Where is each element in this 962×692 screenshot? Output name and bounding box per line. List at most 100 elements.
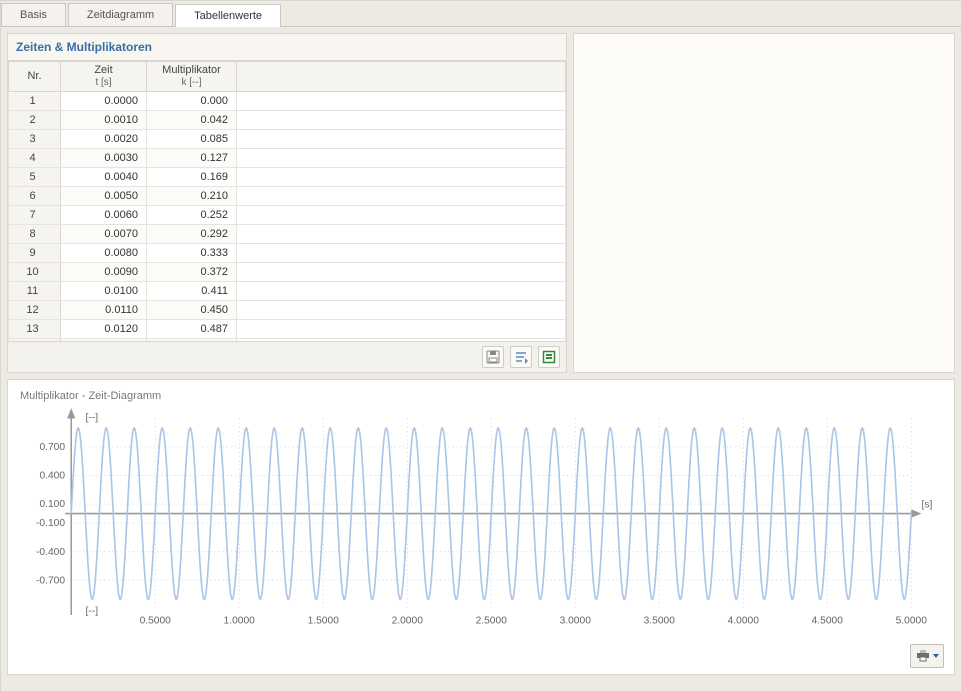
cell-spacer xyxy=(237,263,566,282)
table-row[interactable]: 30.00200.085 xyxy=(9,130,566,149)
cell-spacer xyxy=(237,320,566,339)
cell-zeit[interactable]: 0.0010 xyxy=(61,111,147,130)
cell-zeit[interactable]: 0.0080 xyxy=(61,244,147,263)
row-number: 11 xyxy=(9,282,61,301)
cell-k[interactable]: 0.450 xyxy=(147,301,237,320)
cell-k[interactable]: 0.169 xyxy=(147,168,237,187)
table-row[interactable]: 80.00700.292 xyxy=(9,225,566,244)
col-header-zeit[interactable]: Zeit t [s] xyxy=(61,62,147,92)
row-number: 4 xyxy=(9,149,61,168)
row-number: 7 xyxy=(9,206,61,225)
row-number: 5 xyxy=(9,168,61,187)
cell-k[interactable]: 0.042 xyxy=(147,111,237,130)
chart-panel: Multiplikator - Zeit-Diagramm 0.700 0.400… xyxy=(7,379,955,675)
svg-text:[s]: [s] xyxy=(922,499,933,510)
table-row[interactable]: 100.00900.372 xyxy=(9,263,566,282)
cell-zeit[interactable]: 0.0070 xyxy=(61,225,147,244)
cell-k[interactable]: 0.487 xyxy=(147,320,237,339)
col-header-nr-label: Nr. xyxy=(13,70,56,83)
save-button[interactable] xyxy=(482,346,504,368)
cell-k[interactable]: 0.000 xyxy=(147,92,237,111)
table-row[interactable]: 60.00500.210 xyxy=(9,187,566,206)
row-number: 9 xyxy=(9,244,61,263)
col-header-zeit-label: Zeit xyxy=(65,64,142,77)
col-header-k-sub: k [--] xyxy=(151,77,232,89)
svg-text:0.5000: 0.5000 xyxy=(140,615,172,626)
table-row[interactable]: 40.00300.127 xyxy=(9,149,566,168)
export-icon xyxy=(542,350,556,364)
table-panel-title: Zeiten & Multiplikatoren xyxy=(8,34,566,60)
tab-tabellenwerte[interactable]: Tabellenwerte xyxy=(175,4,281,27)
table-row[interactable]: 10.00000.000 xyxy=(9,92,566,111)
cell-zeit[interactable]: 0.0120 xyxy=(61,320,147,339)
table-row[interactable]: 130.01200.487 xyxy=(9,320,566,339)
table-row[interactable]: 20.00100.042 xyxy=(9,111,566,130)
table-row[interactable]: 110.01000.411 xyxy=(9,282,566,301)
table-scroll[interactable]: Nr. Zeit t [s] Multiplikator k [--] xyxy=(8,60,566,341)
svg-text:1.5000: 1.5000 xyxy=(308,615,340,626)
row-number: 6 xyxy=(9,187,61,206)
row-number: 1 xyxy=(9,92,61,111)
row-number: 12 xyxy=(9,301,61,320)
sort-button[interactable] xyxy=(510,346,532,368)
cell-k[interactable]: 0.085 xyxy=(147,130,237,149)
col-header-k[interactable]: Multiplikator k [--] xyxy=(147,62,237,92)
save-icon xyxy=(486,350,500,364)
svg-text:-0.700: -0.700 xyxy=(36,575,65,586)
cell-zeit[interactable]: 0.0050 xyxy=(61,187,147,206)
row-number: 10 xyxy=(9,263,61,282)
svg-text:4.5000: 4.5000 xyxy=(812,615,844,626)
cell-k[interactable]: 0.411 xyxy=(147,282,237,301)
printer-icon xyxy=(916,650,930,662)
table-row[interactable]: 90.00800.333 xyxy=(9,244,566,263)
row-number: 13 xyxy=(9,320,61,339)
table-panel: Zeiten & Multiplikatoren Nr. Zeit xyxy=(7,33,567,373)
svg-text:3.5000: 3.5000 xyxy=(644,615,676,626)
table-toolbar xyxy=(8,341,566,372)
cell-spacer xyxy=(237,92,566,111)
cell-spacer xyxy=(237,225,566,244)
cell-k[interactable]: 0.372 xyxy=(147,263,237,282)
col-header-nr[interactable]: Nr. xyxy=(9,62,61,92)
cell-zeit[interactable]: 0.0040 xyxy=(61,168,147,187)
cell-k[interactable]: 0.252 xyxy=(147,206,237,225)
svg-text:5.0000: 5.0000 xyxy=(896,615,928,626)
svg-text:[--]: [--] xyxy=(86,606,99,617)
cell-zeit[interactable]: 0.0100 xyxy=(61,282,147,301)
cell-spacer xyxy=(237,187,566,206)
print-button[interactable] xyxy=(910,644,944,668)
cell-spacer xyxy=(237,244,566,263)
cell-k[interactable]: 0.210 xyxy=(147,187,237,206)
svg-text:4.0000: 4.0000 xyxy=(728,615,760,626)
cell-zeit[interactable]: 0.0110 xyxy=(61,301,147,320)
table-row[interactable]: 50.00400.169 xyxy=(9,168,566,187)
cell-spacer xyxy=(237,282,566,301)
svg-text:-0.100: -0.100 xyxy=(36,518,65,529)
cell-spacer xyxy=(237,130,566,149)
cell-zeit[interactable]: 0.0030 xyxy=(61,149,147,168)
svg-text:0.400: 0.400 xyxy=(39,471,65,482)
chart-canvas: 0.7000.4000.100-0.100-0.400-0.7000.50001… xyxy=(20,408,942,638)
cell-k[interactable]: 0.333 xyxy=(147,244,237,263)
side-panel xyxy=(573,33,955,373)
cell-zeit[interactable]: 0.0020 xyxy=(61,130,147,149)
cell-zeit[interactable]: 0.0090 xyxy=(61,263,147,282)
table-row[interactable]: 70.00600.252 xyxy=(9,206,566,225)
tab-zeitdiagramm[interactable]: Zeitdiagramm xyxy=(68,3,173,26)
cell-zeit[interactable]: 0.0000 xyxy=(61,92,147,111)
svg-text:0.700: 0.700 xyxy=(39,442,65,453)
cell-spacer xyxy=(237,111,566,130)
data-table: Nr. Zeit t [s] Multiplikator k [--] xyxy=(8,61,566,341)
chevron-down-icon xyxy=(933,654,939,658)
chart-title: Multiplikator - Zeit-Diagramm xyxy=(20,390,942,402)
col-header-zeit-sub: t [s] xyxy=(65,77,142,89)
table-row[interactable]: 120.01100.450 xyxy=(9,301,566,320)
col-header-k-label: Multiplikator xyxy=(151,64,232,77)
export-button[interactable] xyxy=(538,346,560,368)
cell-k[interactable]: 0.292 xyxy=(147,225,237,244)
app-root: Basis Zeitdiagramm Tabellenwerte Zeiten … xyxy=(0,0,962,692)
cell-k[interactable]: 0.127 xyxy=(147,149,237,168)
tab-basis[interactable]: Basis xyxy=(1,3,66,26)
row-number: 8 xyxy=(9,225,61,244)
cell-zeit[interactable]: 0.0060 xyxy=(61,206,147,225)
